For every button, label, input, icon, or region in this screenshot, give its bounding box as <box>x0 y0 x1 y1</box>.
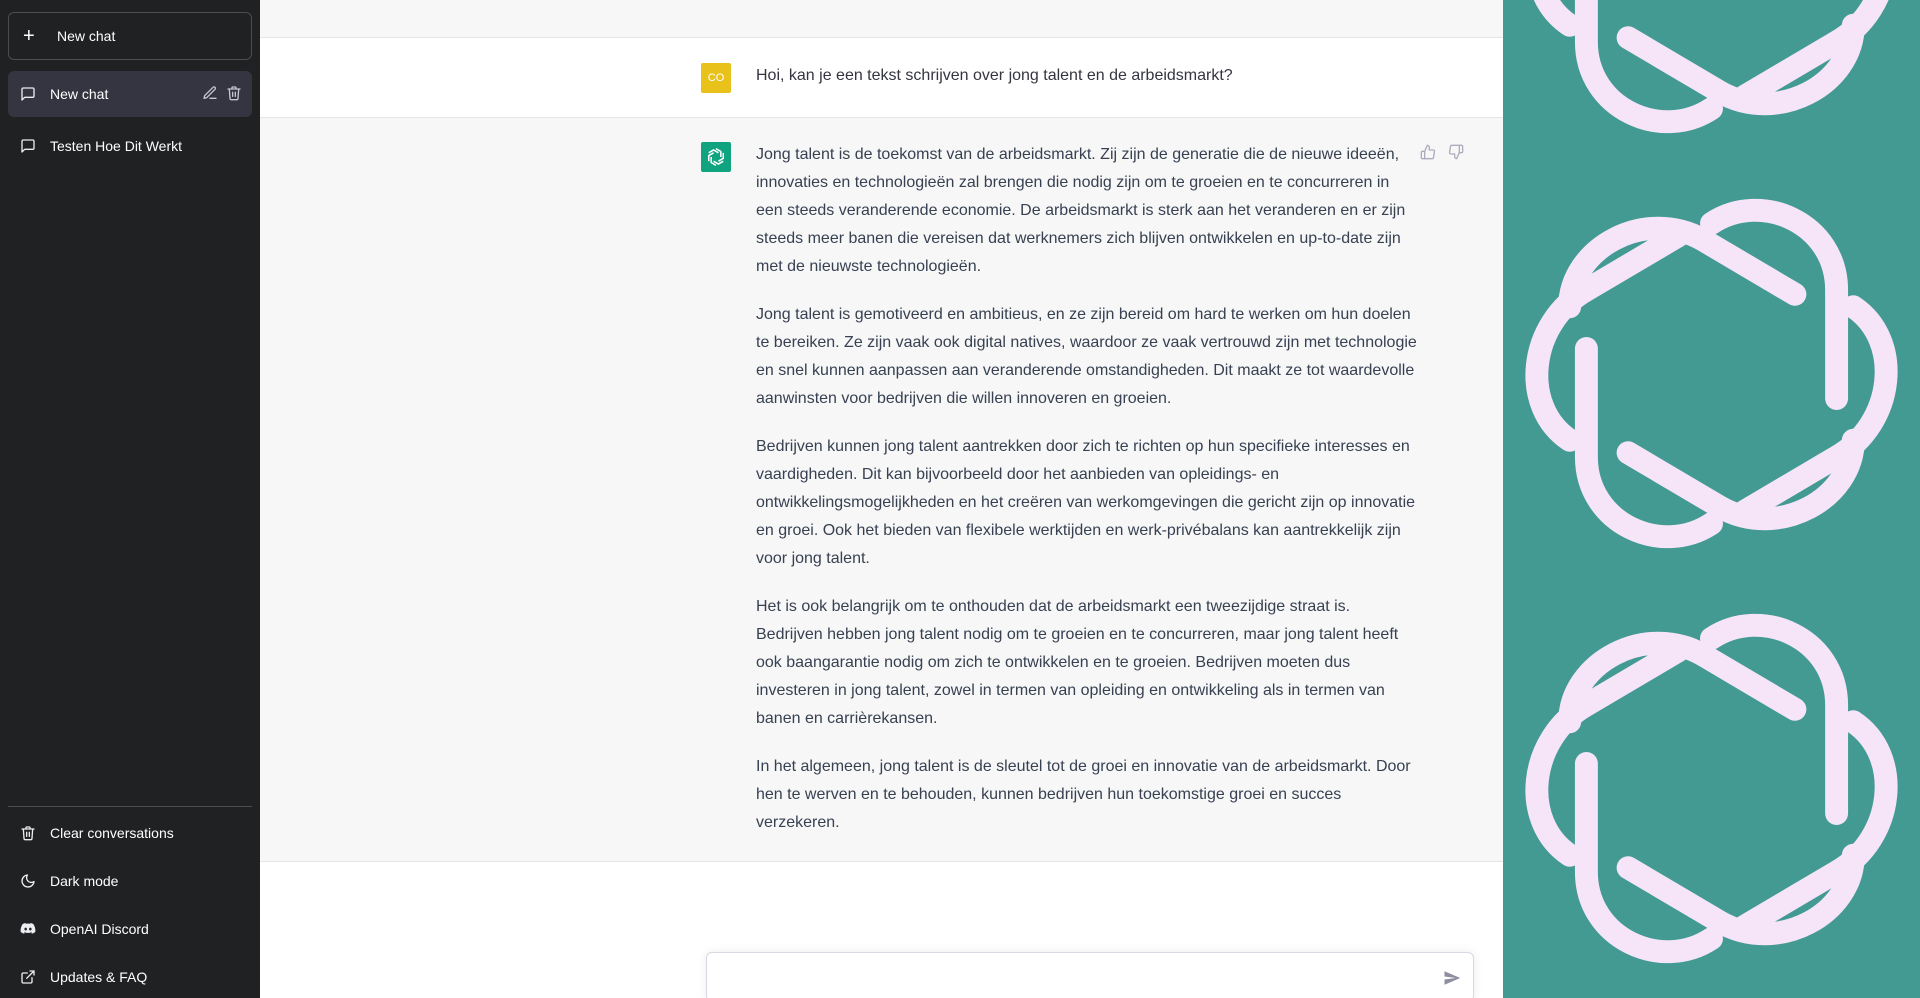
openai-logo-icon <box>1525 198 1898 549</box>
discord-icon <box>20 921 36 937</box>
assistant-paragraph: Jong talent is de toekomst van de arbeid… <box>756 146 1406 275</box>
openai-logo-icon <box>1534 0 1889 134</box>
thumbs-up-icon[interactable] <box>1420 144 1436 160</box>
chat-bubble-icon <box>20 138 36 154</box>
user-message-text: Hoi, kan je een tekst schrijven over jon… <box>756 67 1233 84</box>
assistant-message-row: Jong talent is de toekomst van de arbeid… <box>260 118 1503 862</box>
moon-icon <box>20 873 36 889</box>
new-chat-label: New chat <box>57 28 116 44</box>
trash-icon <box>20 825 36 841</box>
external-link-icon <box>20 969 36 985</box>
chat-item-label: New chat <box>50 86 109 102</box>
openai-discord-label: OpenAI Discord <box>50 921 149 937</box>
sidebar-chat-item-new-chat[interactable]: New chat <box>8 71 252 117</box>
user-message-row: CO Hoi, kan je een tekst schrijven over … <box>260 38 1503 118</box>
sidebar-divider <box>8 806 252 807</box>
conversation-area: CO Hoi, kan je een tekst schrijven over … <box>260 0 1503 998</box>
edit-icon[interactable] <box>202 85 218 101</box>
openai-logo-avatar-icon <box>701 142 731 172</box>
assistant-paragraph: In het algemeen, jong talent is de sleut… <box>756 758 1411 831</box>
assistant-message-text: Jong talent is de toekomst van de arbeid… <box>756 141 1418 857</box>
send-icon[interactable] <box>1443 969 1461 987</box>
message-input-box <box>706 952 1474 998</box>
new-chat-button[interactable]: + New chat <box>8 12 252 60</box>
openai-discord-link[interactable]: OpenAI Discord <box>8 907 252 951</box>
thumbs-down-icon[interactable] <box>1448 144 1464 160</box>
plus-icon: + <box>23 25 35 47</box>
trash-icon[interactable] <box>226 85 242 101</box>
assistant-paragraph: Jong talent is gemotiveerd en ambitieus,… <box>756 306 1417 407</box>
decorative-logo-panel <box>1503 0 1920 998</box>
feedback-buttons <box>1420 144 1464 160</box>
updates-faq-link[interactable]: Updates & FAQ <box>8 955 252 998</box>
clear-conversations-label: Clear conversations <box>50 825 174 841</box>
assistant-paragraph: Het is ook belangrijk om te onthouden da… <box>756 598 1399 727</box>
sidebar: + New chat New chat Testen Hoe Dit Werkt… <box>0 0 260 998</box>
sidebar-chat-item-testen[interactable]: Testen Hoe Dit Werkt <box>8 123 252 169</box>
chat-item-label: Testen Hoe Dit Werkt <box>50 138 183 154</box>
dark-mode-button[interactable]: Dark mode <box>8 859 252 903</box>
chat-bubble-icon <box>20 86 36 102</box>
clear-conversations-button[interactable]: Clear conversations <box>8 811 252 855</box>
updates-faq-label: Updates & FAQ <box>50 969 148 985</box>
message-input[interactable] <box>721 965 1421 989</box>
user-avatar: CO <box>701 63 731 93</box>
openai-logo-icon <box>1525 613 1898 964</box>
assistant-paragraph: Bedrijven kunnen jong talent aantrekken … <box>756 438 1416 567</box>
previous-message-strip <box>260 0 1503 38</box>
dark-mode-label: Dark mode <box>50 873 119 889</box>
